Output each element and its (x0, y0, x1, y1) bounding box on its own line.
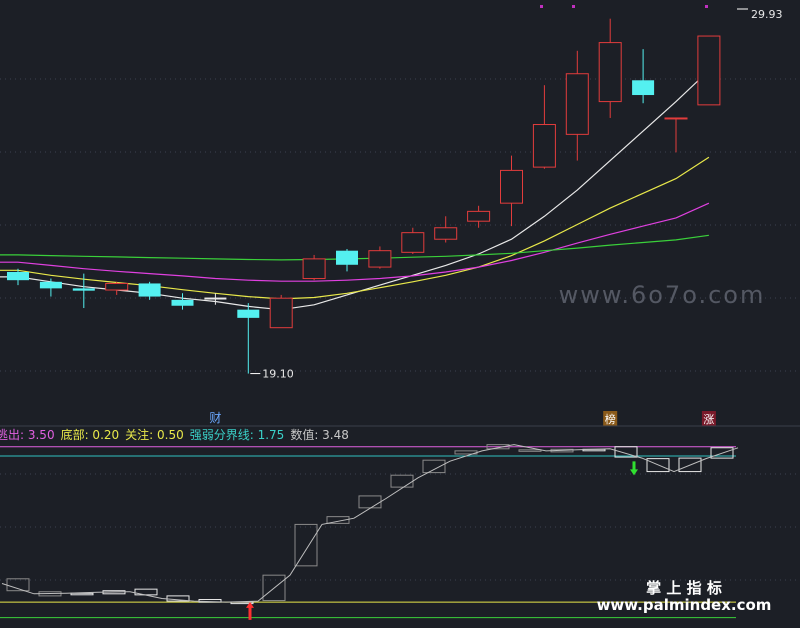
watermark-brand: 掌 上 指 标 (646, 579, 722, 597)
marker-label: 财 (209, 411, 221, 425)
candle-body (697, 35, 721, 106)
candle-body (664, 117, 688, 120)
candle-body (138, 283, 161, 297)
candle-body (401, 232, 425, 253)
candle-body (72, 288, 95, 291)
min-price-label: 19.10 (262, 368, 294, 381)
candle-body (434, 227, 458, 240)
candle-body (7, 271, 29, 281)
legend-entry: 逃出: 3.50 (0, 428, 55, 442)
legend-entry: 数值: 3.48 (290, 427, 349, 442)
candle-body (237, 309, 260, 318)
top-marker-dot (540, 5, 543, 8)
candle-body (368, 250, 392, 268)
chart-background (0, 0, 800, 628)
indicator-legend: 逃出: 3.50 底部: 0.20 关注: 0.50 强弱分界线: 1.75 数值: 3… (0, 427, 349, 442)
candle-body (171, 299, 194, 306)
candle-body (336, 250, 358, 265)
watermark-site-top: www.6o7o.com (559, 281, 766, 309)
candle-body (269, 297, 293, 329)
marker-label: 榜 (605, 412, 616, 426)
top-marker-dot (572, 5, 575, 8)
candle-body (532, 124, 556, 168)
candle-body (598, 42, 622, 103)
stock-chart: 29.93 19.10 财 榜 涨 逃出: 3.50 底部: 0.20 关注: 0.50 强弱… (0, 0, 800, 628)
top-marker-dot (705, 5, 708, 8)
candle-body (632, 80, 655, 96)
watermark-site-bottom: www.palmindex.com (597, 596, 772, 614)
marker-label: 涨 (703, 413, 714, 426)
candle-body (565, 73, 589, 135)
candle-body (302, 258, 326, 280)
legend-entry: 底部: 0.20 (61, 427, 120, 442)
legend-entry: 关注: 0.50 (125, 427, 184, 442)
max-price-label: 29.93 (751, 8, 783, 21)
candle-body (467, 210, 491, 222)
candle-body (204, 297, 227, 300)
candle-body (105, 282, 129, 291)
legend-entry: 强弱分界线: 1.75 (190, 428, 285, 442)
candle-body (39, 281, 62, 289)
candle-body (500, 169, 523, 204)
